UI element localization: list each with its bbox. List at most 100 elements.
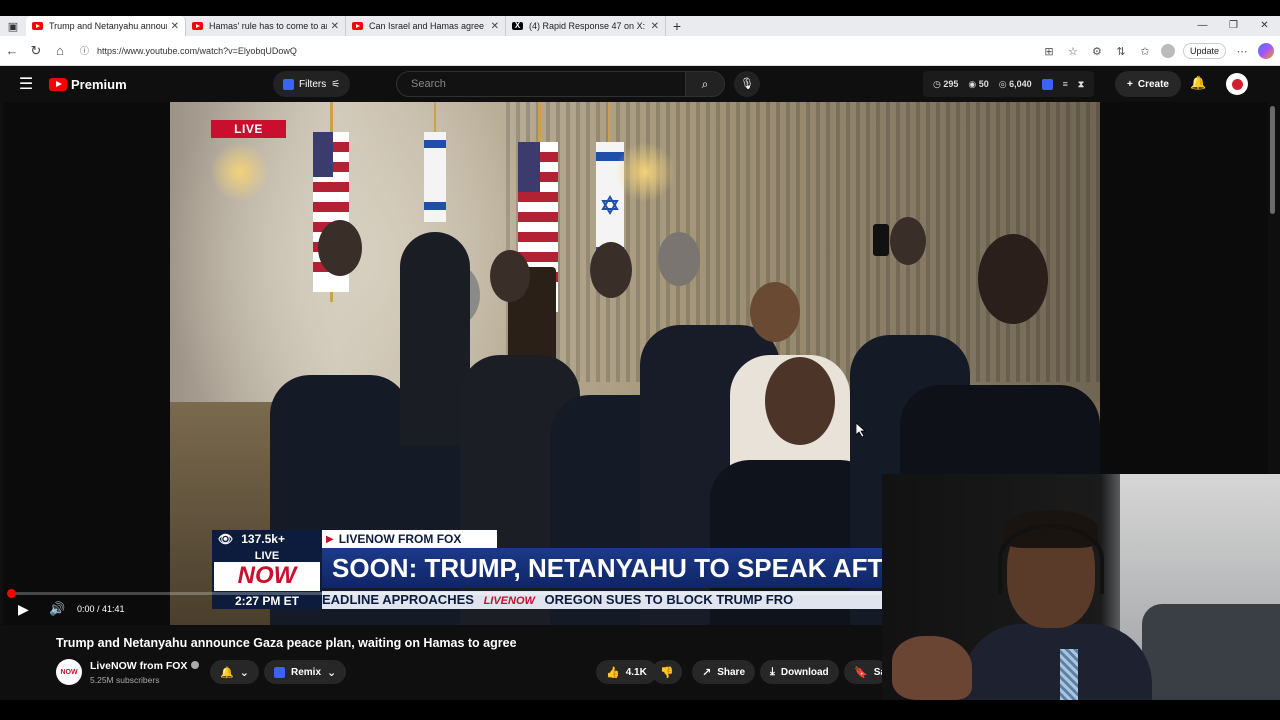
like-button[interactable]: 👍 4.1K bbox=[596, 660, 657, 684]
crowd-head bbox=[590, 242, 632, 298]
volume-icon[interactable]: 🔊 bbox=[49, 601, 65, 617]
minimize-icon[interactable]: — bbox=[1187, 16, 1218, 36]
browser-tab-3[interactable]: Can Israel and Hamas agree to Tr ✕ bbox=[346, 16, 506, 36]
extensions-icon[interactable]: ⚙ bbox=[1089, 45, 1105, 58]
youtube-logo[interactable]: Premium bbox=[49, 77, 127, 92]
remix-button[interactable]: Remix ⌄ bbox=[264, 660, 347, 684]
close-tab-icon[interactable]: ✕ bbox=[171, 21, 179, 32]
tab-title: Hamas' rule has to come to an en bbox=[209, 21, 327, 31]
share-icon: ↗ bbox=[702, 666, 712, 679]
favorite-star-icon[interactable]: ☆ bbox=[1065, 45, 1081, 58]
streamer-tie bbox=[1060, 649, 1078, 700]
apps-icon[interactable]: ⊞ bbox=[1041, 45, 1057, 58]
bell-icon: 🔔 bbox=[220, 666, 234, 679]
tab-title: Trump and Netanyahu announce bbox=[49, 21, 167, 31]
profile-avatar[interactable] bbox=[1160, 44, 1175, 58]
update-button[interactable]: Update bbox=[1182, 43, 1226, 59]
tab-actions-icon[interactable]: ▣ bbox=[0, 16, 26, 36]
close-window-icon[interactable]: ✕ bbox=[1249, 16, 1280, 36]
hourglass-icon[interactable]: ⧗ bbox=[1078, 79, 1084, 90]
home-icon[interactable]: ⌂ bbox=[48, 43, 72, 58]
collections-icon[interactable]: ⇅ bbox=[1113, 45, 1129, 58]
browser-tab-2[interactable]: Hamas' rule has to come to an en ✕ bbox=[186, 16, 346, 36]
chevron-down-icon: ⌄ bbox=[239, 666, 249, 679]
chevron-down-icon: ⌄ bbox=[327, 666, 337, 679]
download-button[interactable]: ⤓ Download bbox=[760, 660, 839, 684]
video-title: Trump and Netanyahu announce Gaza peace … bbox=[56, 636, 517, 650]
channel-name-text[interactable]: LiveNOW from FOX bbox=[90, 660, 187, 672]
back-icon[interactable]: ← bbox=[0, 43, 24, 58]
crowd-head bbox=[978, 234, 1048, 324]
filters-button[interactable]: Filters ⚟ bbox=[273, 71, 351, 97]
filters-label: Filters bbox=[299, 78, 327, 90]
extension-stats: ◷ 295 ◉ 50 ◎ 6,040 ≡ ⧗ bbox=[923, 71, 1095, 97]
triangle-icon: ▶ bbox=[326, 533, 334, 545]
live-now-now: NOW bbox=[237, 562, 297, 589]
reload-icon[interactable]: ↻ bbox=[24, 43, 48, 59]
bookmark-icon: 🔖 bbox=[854, 666, 868, 679]
phone-camera bbox=[873, 224, 889, 256]
microphone-icon[interactable]: 🎙 bbox=[734, 71, 760, 97]
restore-icon[interactable]: ❐ bbox=[1218, 16, 1249, 36]
channel-name[interactable]: LiveNOW from FOX bbox=[90, 660, 200, 672]
channel-avatar[interactable]: NOW bbox=[56, 659, 82, 685]
menu-icon[interactable]: ☰ bbox=[3, 74, 49, 94]
ticker-logo: LIVENOW bbox=[483, 595, 535, 607]
more-menu-icon[interactable]: ⋯ bbox=[1234, 45, 1250, 58]
youtube-header: ☰ Premium Filters ⚟ Search ⌕ 🎙 ◷ 295 ◉ 5… bbox=[3, 66, 1277, 102]
new-tab-icon[interactable]: + bbox=[666, 18, 688, 34]
lower-third-source: ▶ LIVENOW FROM FOX bbox=[322, 530, 497, 548]
browser-tab-1[interactable]: Trump and Netanyahu announce ✕ bbox=[26, 16, 186, 36]
url-text: https://www.youtube.com/watch?v=ElyobqUD… bbox=[97, 45, 297, 56]
lower-third-time: 2:27 PM ET bbox=[212, 593, 322, 609]
list-icon[interactable]: ≡ bbox=[1063, 79, 1068, 89]
create-label: Create bbox=[1137, 78, 1169, 90]
site-info-icon[interactable]: ⓘ bbox=[80, 44, 89, 57]
browser-tab-bar: ▣ Trump and Netanyahu announce ✕ Hamas' … bbox=[0, 16, 1280, 36]
youtube-play-icon bbox=[49, 77, 67, 91]
search-input[interactable]: Search bbox=[396, 71, 686, 97]
favorites-icon[interactable]: ✩ bbox=[1137, 45, 1153, 58]
progress-bar[interactable] bbox=[10, 592, 882, 595]
webcam-overlay bbox=[882, 474, 1280, 700]
copilot-icon[interactable] bbox=[1258, 43, 1274, 59]
notification-bell-button[interactable]: 🔔 ⌄ bbox=[210, 660, 259, 684]
chandelier-right bbox=[615, 142, 675, 202]
close-tab-icon[interactable]: ✕ bbox=[491, 21, 499, 32]
chandelier-left bbox=[210, 142, 270, 202]
progress-scrubber[interactable] bbox=[7, 589, 16, 598]
tab-title: (4) Rapid Response 47 on X: "Pre bbox=[529, 21, 647, 31]
logo-text: Premium bbox=[71, 76, 127, 92]
top-black-strip bbox=[0, 0, 1280, 16]
clock-stat: ◷ 295 bbox=[933, 78, 959, 89]
close-tab-icon[interactable]: ✕ bbox=[651, 21, 659, 32]
screen: ▣ Trump and Netanyahu announce ✕ Hamas' … bbox=[0, 0, 1280, 720]
headphones-icon bbox=[998, 524, 1104, 594]
share-button[interactable]: ↗ Share bbox=[692, 660, 756, 684]
sliders-icon: ⚟ bbox=[331, 78, 341, 90]
mouse-cursor-icon bbox=[856, 423, 866, 437]
page-scrollbar-thumb[interactable] bbox=[1270, 106, 1275, 214]
subscriber-count: 5.25M subscribers bbox=[90, 675, 160, 685]
play-icon[interactable]: ▶ bbox=[18, 601, 29, 618]
crowd-head bbox=[750, 282, 800, 342]
x-favicon-icon: X bbox=[512, 22, 523, 30]
thumbs-up-icon: 👍 bbox=[606, 666, 620, 679]
close-tab-icon[interactable]: ✕ bbox=[331, 21, 339, 32]
webcam-couch bbox=[1142, 604, 1280, 700]
filter-extension-icon bbox=[283, 78, 294, 90]
create-button[interactable]: + Create bbox=[1115, 71, 1181, 97]
views-stat: ◎ 6,040 bbox=[998, 78, 1032, 89]
account-avatar[interactable] bbox=[1226, 73, 1248, 95]
dislike-button[interactable]: 👎 bbox=[652, 660, 682, 684]
browser-tab-4[interactable]: X (4) Rapid Response 47 on X: "Pre ✕ bbox=[506, 16, 666, 36]
source-label: LIVENOW FROM FOX bbox=[338, 532, 462, 546]
youtube-favicon-icon bbox=[192, 22, 203, 30]
crowd-head bbox=[890, 217, 926, 265]
extension-icon[interactable] bbox=[1041, 78, 1053, 90]
search-icon[interactable]: ⌕ bbox=[685, 71, 725, 97]
notifications-bell-icon[interactable]: 🔔 bbox=[1190, 75, 1206, 91]
tab-title: Can Israel and Hamas agree to Tr bbox=[369, 21, 487, 31]
url-field[interactable]: ⓘ https://www.youtube.com/watch?v=Elyobq… bbox=[80, 39, 1040, 62]
crowd-head bbox=[490, 250, 530, 302]
